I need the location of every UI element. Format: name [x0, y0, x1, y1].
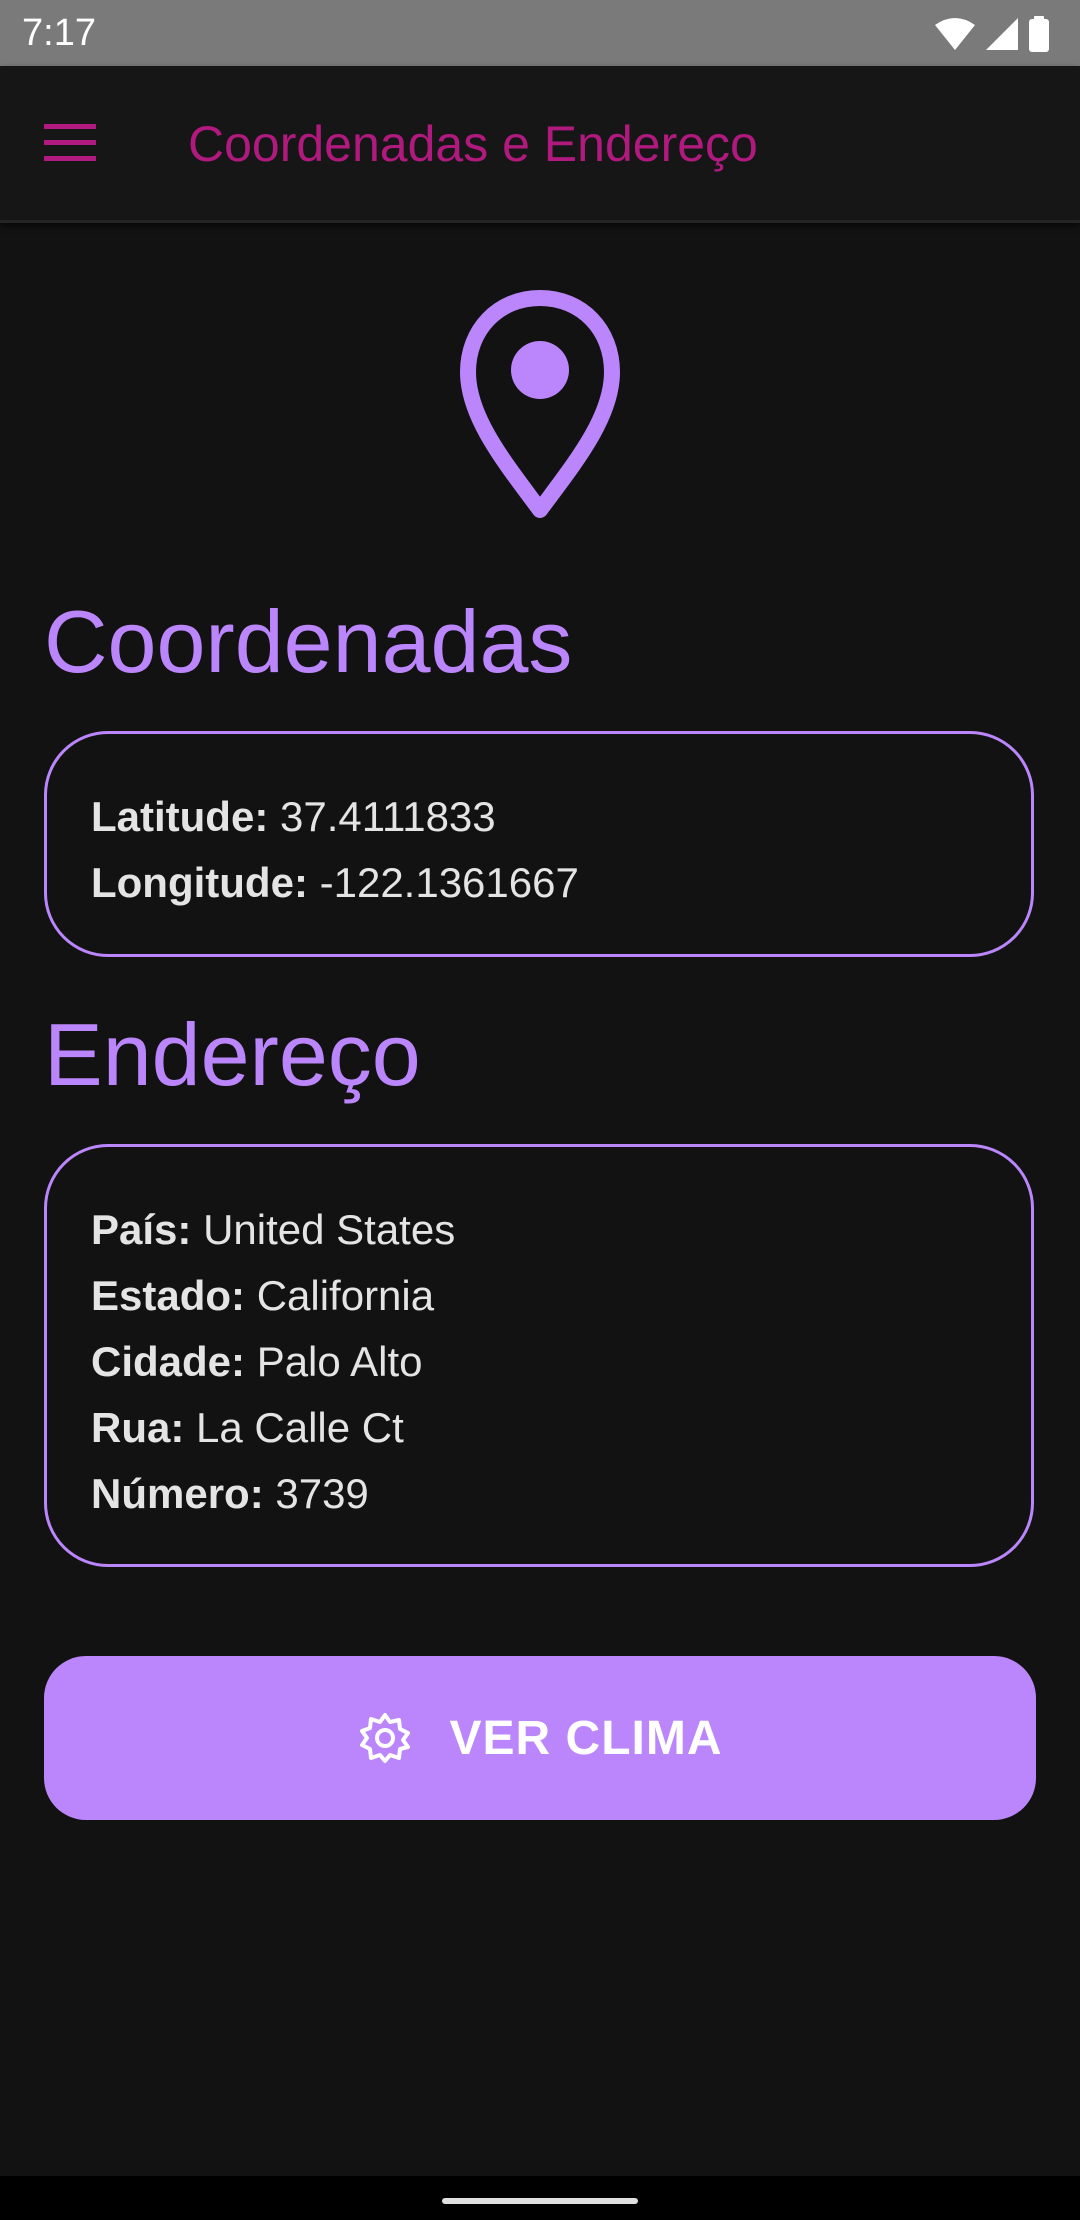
street-value: La Calle Ct: [196, 1404, 404, 1451]
number-label: Número:: [91, 1470, 264, 1517]
view-weather-button[interactable]: VER CLIMA: [44, 1656, 1036, 1820]
view-weather-label: VER CLIMA: [449, 1711, 723, 1765]
city-value: Palo Alto: [256, 1338, 423, 1385]
status-bar: 7:17: [0, 0, 1080, 66]
city-label: Cidade:: [91, 1338, 246, 1385]
app-title: Coordenadas e Endereço: [188, 116, 758, 172]
country-value: United States: [203, 1206, 456, 1253]
latitude-value: 37.4111833: [279, 793, 496, 840]
menu-button[interactable]: [30, 110, 110, 176]
latitude-row: Latitude: 37.4111833: [91, 784, 987, 850]
status-icons: [934, 14, 1050, 54]
location-pin-icon: [460, 290, 620, 518]
state-row: Estado: California: [91, 1263, 987, 1329]
navigation-bar: [0, 2176, 1080, 2220]
address-card: País: United States Estado: California C…: [44, 1144, 1034, 1567]
number-value: 3739: [275, 1470, 369, 1517]
app-bar: Coordenadas e Endereço: [0, 66, 1080, 223]
longitude-value: -122.1361667: [319, 859, 579, 906]
sun-icon: [359, 1713, 410, 1763]
city-row: Cidade: Palo Alto: [91, 1329, 987, 1395]
country-row: País: United States: [91, 1197, 987, 1263]
wifi-icon: [935, 18, 975, 50]
state-label: Estado:: [91, 1272, 246, 1319]
signal-icon: [986, 18, 1018, 50]
longitude-row: Longitude: -122.1361667: [91, 850, 987, 916]
home-gesture-handle[interactable]: [442, 2198, 638, 2204]
latitude-label: Latitude:: [91, 793, 269, 840]
country-label: País:: [91, 1206, 192, 1253]
coordinates-title: Coordenadas: [44, 592, 573, 691]
address-title: Endereço: [44, 1005, 421, 1104]
coordinates-card: Latitude: 37.4111833 Longitude: -122.136…: [44, 731, 1034, 957]
status-time: 7:17: [22, 12, 96, 54]
state-value: California: [256, 1272, 435, 1319]
battery-icon: [1029, 16, 1049, 52]
number-row: Número: 3739: [91, 1461, 987, 1527]
street-label: Rua:: [91, 1404, 185, 1451]
street-row: Rua: La Calle Ct: [91, 1395, 987, 1461]
hamburger-menu-icon: [44, 124, 96, 161]
longitude-label: Longitude:: [91, 859, 308, 906]
